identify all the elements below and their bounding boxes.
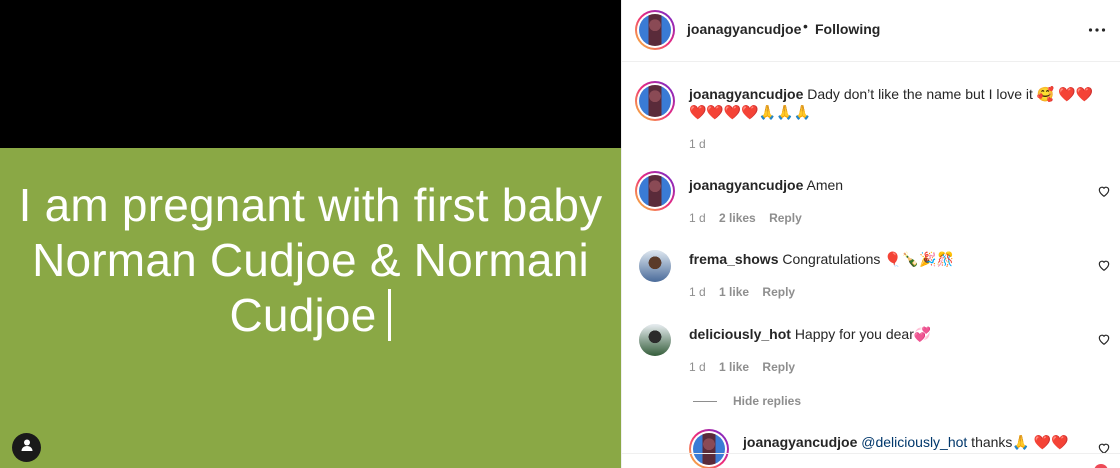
reply-button[interactable]: Reply xyxy=(762,285,795,299)
comment-likes[interactable]: 2 likes xyxy=(719,211,756,225)
avatar[interactable] xyxy=(639,324,671,356)
hide-replies-line xyxy=(693,400,717,402)
reply-mention[interactable]: @deliciously_hot xyxy=(861,434,967,450)
actions-divider xyxy=(622,453,1120,454)
text-cursor xyxy=(388,289,392,341)
following-button[interactable]: Following xyxy=(815,21,880,37)
reply-username[interactable]: joanagyancudjoe xyxy=(743,434,857,450)
user-icon xyxy=(20,438,34,457)
heart-icon[interactable] xyxy=(1097,332,1111,346)
avatar[interactable] xyxy=(689,429,729,468)
comment-text: Amen xyxy=(806,177,844,193)
post-media[interactable]: I am pregnant with first baby Norman Cud… xyxy=(0,0,621,468)
header-separator: • xyxy=(803,18,808,34)
comment-text: Happy for you dear💞 xyxy=(794,326,932,342)
comment-username[interactable]: joanagyancudjoe xyxy=(689,177,803,193)
tagged-users-button[interactable] xyxy=(12,433,41,462)
reply-button[interactable]: Reply xyxy=(769,211,802,225)
comment-body: joanagyancudjoe Dady don’t like the name… xyxy=(689,85,1109,121)
post-image-caption-text: I am pregnant with first baby Norman Cud… xyxy=(18,179,603,341)
hide-replies-button[interactable]: Hide replies xyxy=(693,394,801,408)
comments-panel: joanagyancudjoe • Following joanagyancud… xyxy=(621,0,1120,468)
comment-meta: 1 d 1 like Reply xyxy=(689,360,805,374)
comment-body: frema_shows Congratulations 🎈🍾🎉🎊 xyxy=(689,250,1109,268)
comment-username[interactable]: deliciously_hot xyxy=(689,326,791,342)
reply-text: thanks🙏 ❤️❤️ xyxy=(967,434,1069,450)
comment-body: joanagyancudjoe Amen xyxy=(689,176,1109,194)
comment-meta: 1 d 1 like Reply xyxy=(689,285,805,299)
post-image-caption: I am pregnant with first baby Norman Cud… xyxy=(0,178,621,343)
comment-time[interactable]: 1 d xyxy=(689,211,706,225)
comment-username[interactable]: joanagyancudjoe xyxy=(689,86,803,102)
comment-time[interactable]: 1 d xyxy=(689,285,706,299)
comment-text: Congratulations 🎈🍾🎉🎊 xyxy=(782,251,955,267)
comment-body: deliciously_hot Happy for you dear💞 xyxy=(689,325,1109,343)
comment-meta: 1 d xyxy=(689,137,716,151)
reply-body: joanagyancudjoe @deliciously_hot thanks🙏… xyxy=(743,433,1083,451)
avatar[interactable] xyxy=(635,10,675,50)
header-username[interactable]: joanagyancudjoe xyxy=(687,21,801,37)
comment-time[interactable]: 1 d xyxy=(689,360,706,374)
avatar[interactable] xyxy=(635,171,675,211)
more-options-icon[interactable] xyxy=(1087,20,1107,40)
comment-likes[interactable]: 1 like xyxy=(719,360,749,374)
hide-replies-label: Hide replies xyxy=(733,394,802,408)
avatar[interactable] xyxy=(635,81,675,121)
notification-dot xyxy=(1094,464,1108,468)
comment-likes[interactable]: 1 like xyxy=(719,285,749,299)
heart-icon[interactable] xyxy=(1097,184,1111,198)
post-header: joanagyancudjoe • Following xyxy=(622,0,1120,62)
comment-time[interactable]: 1 d xyxy=(689,137,706,151)
comment-meta: 1 d 2 likes Reply xyxy=(689,211,812,225)
reply-button[interactable]: Reply xyxy=(762,360,795,374)
avatar[interactable] xyxy=(639,250,671,282)
heart-icon[interactable] xyxy=(1097,258,1111,272)
comment-username[interactable]: frema_shows xyxy=(689,251,778,267)
